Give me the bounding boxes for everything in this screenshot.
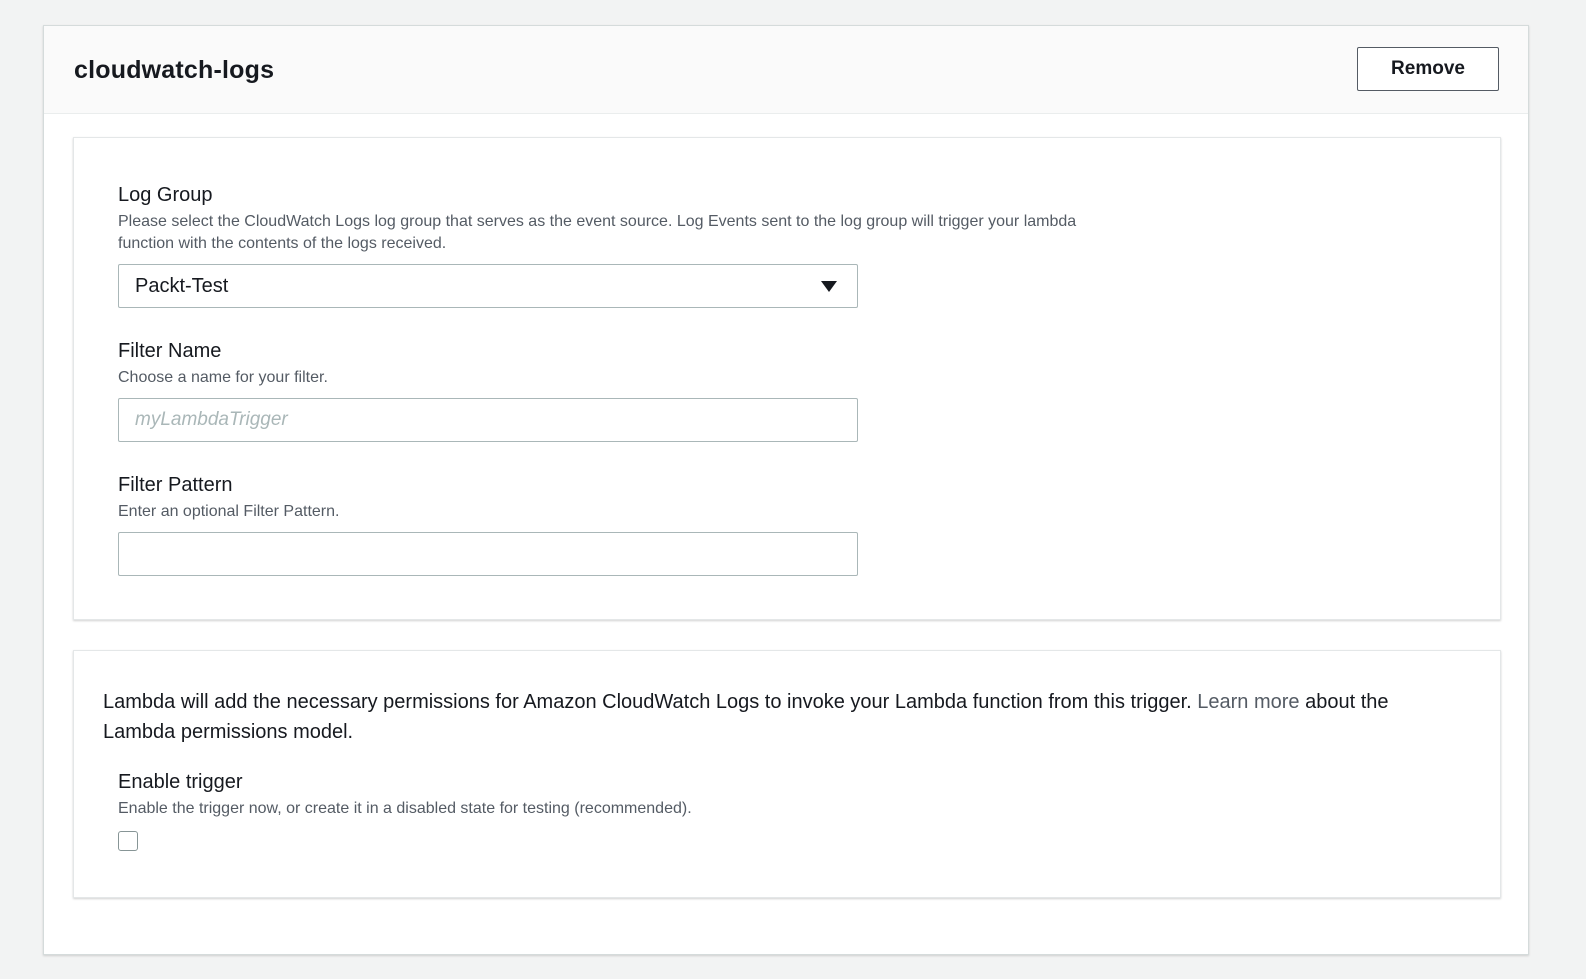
enable-trigger-description: Enable the trigger now, or create it in … xyxy=(118,800,692,817)
filter-name-input[interactable] xyxy=(118,398,858,442)
log-group-label: Log Group xyxy=(118,184,213,206)
learn-more-link[interactable]: Learn more xyxy=(1197,691,1299,713)
remove-button[interactable]: Remove xyxy=(1357,47,1499,91)
filter-name-description: Choose a name for your filter. xyxy=(118,369,328,386)
log-group-description: Please select the CloudWatch Logs log gr… xyxy=(118,213,1077,252)
permissions-notice: Lambda will add the necessary permission… xyxy=(103,687,1463,747)
enable-trigger-checkbox[interactable] xyxy=(118,831,138,851)
permissions-panel: Lambda will add the necessary permission… xyxy=(73,650,1501,898)
card-title: cloudwatch-logs xyxy=(74,56,275,84)
permissions-text: Lambda will add the necessary permission… xyxy=(103,691,1198,713)
filter-pattern-label: Filter Pattern xyxy=(118,474,233,496)
filter-pattern-description: Enter an optional Filter Pattern. xyxy=(118,503,340,520)
filter-pattern-input[interactable] xyxy=(118,532,858,576)
card-header: cloudwatch-logs Remove xyxy=(44,26,1528,114)
enable-trigger-label: Enable trigger xyxy=(118,771,243,793)
log-group-selected-value: Packt-Test xyxy=(135,275,229,297)
triangle-down-icon xyxy=(821,281,837,292)
log-group-select[interactable]: Packt-Test xyxy=(118,264,858,308)
trigger-settings-panel: Log Group Please select the CloudWatch L… xyxy=(73,137,1501,620)
filter-name-label: Filter Name xyxy=(118,340,222,362)
trigger-config-card: cloudwatch-logs Remove Log Group Please … xyxy=(43,25,1529,955)
